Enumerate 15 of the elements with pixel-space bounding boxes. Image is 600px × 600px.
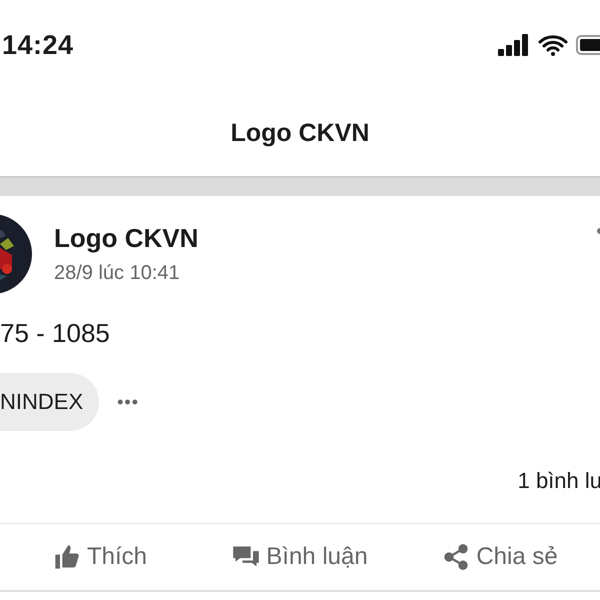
more-dots[interactable]: ••• (117, 392, 140, 412)
post-text: 75 - 1085 (0, 318, 111, 349)
post-time: 28/9 lúc 10:41 (54, 262, 181, 285)
author-name[interactable]: Logo CKVN (54, 223, 198, 254)
share-button[interactable]: Chia sẻ (400, 537, 600, 577)
comment-button[interactable]: Bình luận (200, 537, 400, 577)
signal-icon (498, 34, 530, 56)
like-button[interactable]: Thích (0, 537, 200, 577)
wifi-icon (538, 34, 568, 56)
battery-icon (576, 34, 600, 56)
hashtag-chip[interactable]: NINDEX (0, 373, 100, 431)
thumbs-up-icon (52, 543, 81, 571)
status-time: 14:24 (2, 30, 74, 60)
share-icon (442, 543, 470, 571)
page-title: Logo CKVN (230, 118, 370, 148)
